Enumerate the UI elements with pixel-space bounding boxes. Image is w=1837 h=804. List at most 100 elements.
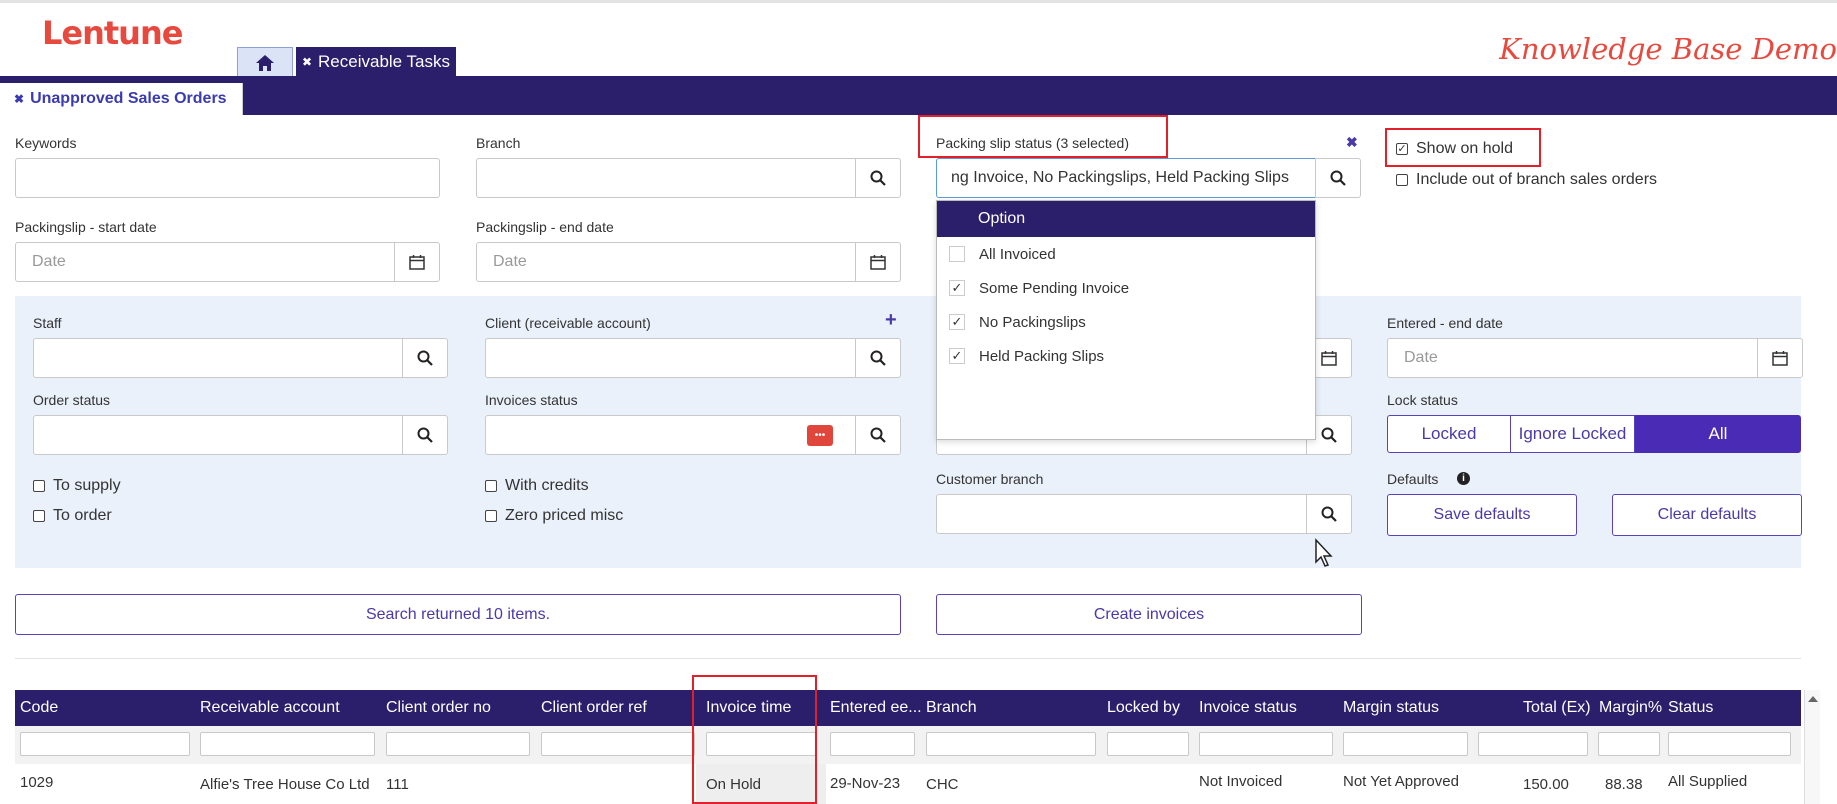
checkbox[interactable] (485, 480, 497, 492)
ps-end-input[interactable]: Date (476, 242, 856, 282)
add-client-icon[interactable]: + (885, 309, 897, 332)
packing-slip-search-button[interactable] (1315, 158, 1361, 198)
search-icon (417, 350, 433, 366)
col-entered[interactable]: Entered ee... (825, 690, 922, 726)
col-client-order-no[interactable]: Client order no (381, 690, 491, 726)
entered-end-label: Entered - end date (1387, 315, 1503, 331)
col-margin-status[interactable]: Margin status (1338, 690, 1439, 726)
checkbox-checked[interactable]: ✓ (1396, 143, 1408, 155)
dropdown-option[interactable]: ✓ Held Packing Slips (937, 339, 1315, 373)
filter-invoice-status[interactable] (1199, 732, 1333, 756)
divider (15, 658, 1801, 659)
filter-receivable-account[interactable] (200, 732, 375, 756)
cell-invoice-status: Not Invoiced (1199, 773, 1283, 790)
show-on-hold-checkbox[interactable]: ✓ Show on hold (1396, 140, 1513, 158)
col-receivable-account[interactable]: Receivable account (195, 690, 340, 726)
save-defaults-button[interactable]: Save defaults (1387, 494, 1577, 536)
with-credits-label: With credits (505, 477, 589, 494)
dropdown-option[interactable]: ✓ Some Pending Invoice (937, 271, 1315, 305)
entered-end-input[interactable]: Date (1387, 338, 1759, 378)
order-status-search-button[interactable] (402, 415, 448, 455)
lock-option-locked[interactable]: Locked (1387, 415, 1511, 453)
password-manager-icon[interactable]: ••• (807, 425, 833, 446)
customer-branch-input[interactable] (936, 494, 1307, 534)
filter-margin-pct[interactable] (1598, 732, 1660, 756)
checkbox[interactable] (33, 510, 45, 522)
ps-end-calendar-button[interactable] (855, 242, 901, 282)
staff-input[interactable] (33, 338, 403, 378)
lock-status-label: Lock status (1387, 392, 1458, 408)
table-header: Code Receivable account Client order no … (15, 690, 1801, 726)
table-filter-row (15, 726, 1801, 764)
checkbox[interactable] (1396, 174, 1408, 186)
to-order-checkbox[interactable]: To order (33, 507, 112, 525)
col-margin-pct[interactable]: Margin% (1594, 690, 1662, 726)
ps-start-input[interactable]: Date (15, 242, 395, 282)
zero-priced-checkbox[interactable]: Zero priced misc (485, 507, 623, 525)
order-status-label: Order status (33, 392, 111, 408)
filter-margin-status[interactable] (1343, 732, 1468, 756)
col-status[interactable]: Status (1663, 690, 1713, 726)
filter-total-ex[interactable] (1478, 732, 1588, 756)
entered-end-calendar-button[interactable] (1757, 338, 1803, 378)
filter-status[interactable] (1668, 732, 1791, 756)
subtab-unapproved-sales-orders[interactable]: ✖ Unapproved Sales Orders (0, 83, 243, 115)
checkbox[interactable] (33, 480, 45, 492)
info-icon[interactable]: i (1457, 472, 1470, 485)
ps-start-calendar-button[interactable] (394, 242, 440, 282)
filter-branch[interactable] (926, 732, 1096, 756)
branch-input[interactable] (476, 158, 856, 198)
filter-client-order-no[interactable] (386, 732, 530, 756)
dropdown-option[interactable]: All Invoiced (937, 237, 1315, 271)
invoices-status-search-button[interactable] (855, 415, 901, 455)
create-invoices-button[interactable]: Create invoices (936, 594, 1362, 635)
staff-search-button[interactable] (402, 338, 448, 378)
search-result-button[interactable]: Search returned 10 items. (15, 594, 901, 635)
with-credits-checkbox[interactable]: With credits (485, 477, 589, 495)
table-scrollbar[interactable] (1804, 690, 1820, 804)
close-icon[interactable]: ✖ (14, 92, 24, 106)
col-total-ex[interactable]: Total (Ex) (1518, 690, 1591, 726)
customer-branch-search-button[interactable] (1306, 494, 1352, 534)
lock-option-all[interactable]: All (1635, 415, 1801, 453)
dropdown-option[interactable]: ✓ No Packingslips (937, 305, 1315, 339)
col-code[interactable]: Code (15, 690, 58, 726)
keywords-input[interactable] (15, 158, 440, 198)
clear-icon[interactable]: ✖ (1346, 134, 1358, 151)
checkbox-checked[interactable]: ✓ (949, 348, 965, 364)
lock-option-ignore-locked[interactable]: Ignore Locked (1511, 415, 1635, 453)
ps-end-label: Packingslip - end date (476, 219, 614, 235)
order-status-input[interactable] (33, 415, 403, 455)
to-supply-checkbox[interactable]: To supply (33, 477, 121, 495)
branch-search-button[interactable] (855, 158, 901, 198)
close-icon[interactable]: ✖ (302, 55, 312, 69)
tab-home[interactable] (237, 47, 293, 77)
subtab-label: Unapproved Sales Orders (30, 90, 227, 107)
branch-label: Branch (476, 135, 521, 151)
keywords-label: Keywords (15, 135, 77, 151)
table-row[interactable]: 1029 Alfie's Tree House Co Ltd 111 On Ho… (15, 764, 1801, 804)
scroll-up-icon[interactable] (1807, 696, 1818, 702)
filter-code[interactable] (20, 732, 190, 756)
col-branch[interactable]: Branch (921, 690, 977, 726)
client-input[interactable] (485, 338, 856, 378)
cell-total-ex: 150.00 (1523, 776, 1569, 793)
filter-entered[interactable] (830, 732, 915, 756)
checkbox[interactable] (485, 510, 497, 522)
clear-defaults-button[interactable]: Clear defaults (1612, 494, 1802, 536)
checkbox-checked[interactable]: ✓ (949, 314, 965, 330)
filter-client-order-ref[interactable] (541, 732, 695, 756)
col-invoice-status[interactable]: Invoice status (1194, 690, 1297, 726)
col-locked-by[interactable]: Locked by (1102, 690, 1180, 726)
filter-locked-by[interactable] (1107, 732, 1189, 756)
checkbox-checked[interactable]: ✓ (949, 280, 965, 296)
tab-receivable-tasks[interactable]: ✖ Receivable Tasks (296, 47, 456, 77)
search-icon (1321, 506, 1337, 522)
col-client-order-ref[interactable]: Client order ref (536, 690, 647, 726)
include-out-of-branch-checkbox[interactable]: Include out of branch sales orders (1396, 171, 1657, 189)
packing-slip-status-input[interactable]: ng Invoice, No Packingslips, Held Packin… (936, 158, 1316, 198)
packing-slip-status-label: Packing slip status (3 selected) (936, 135, 1129, 151)
checkbox[interactable] (949, 246, 965, 262)
invoices-status-input[interactable] (485, 415, 856, 455)
client-search-button[interactable] (855, 338, 901, 378)
